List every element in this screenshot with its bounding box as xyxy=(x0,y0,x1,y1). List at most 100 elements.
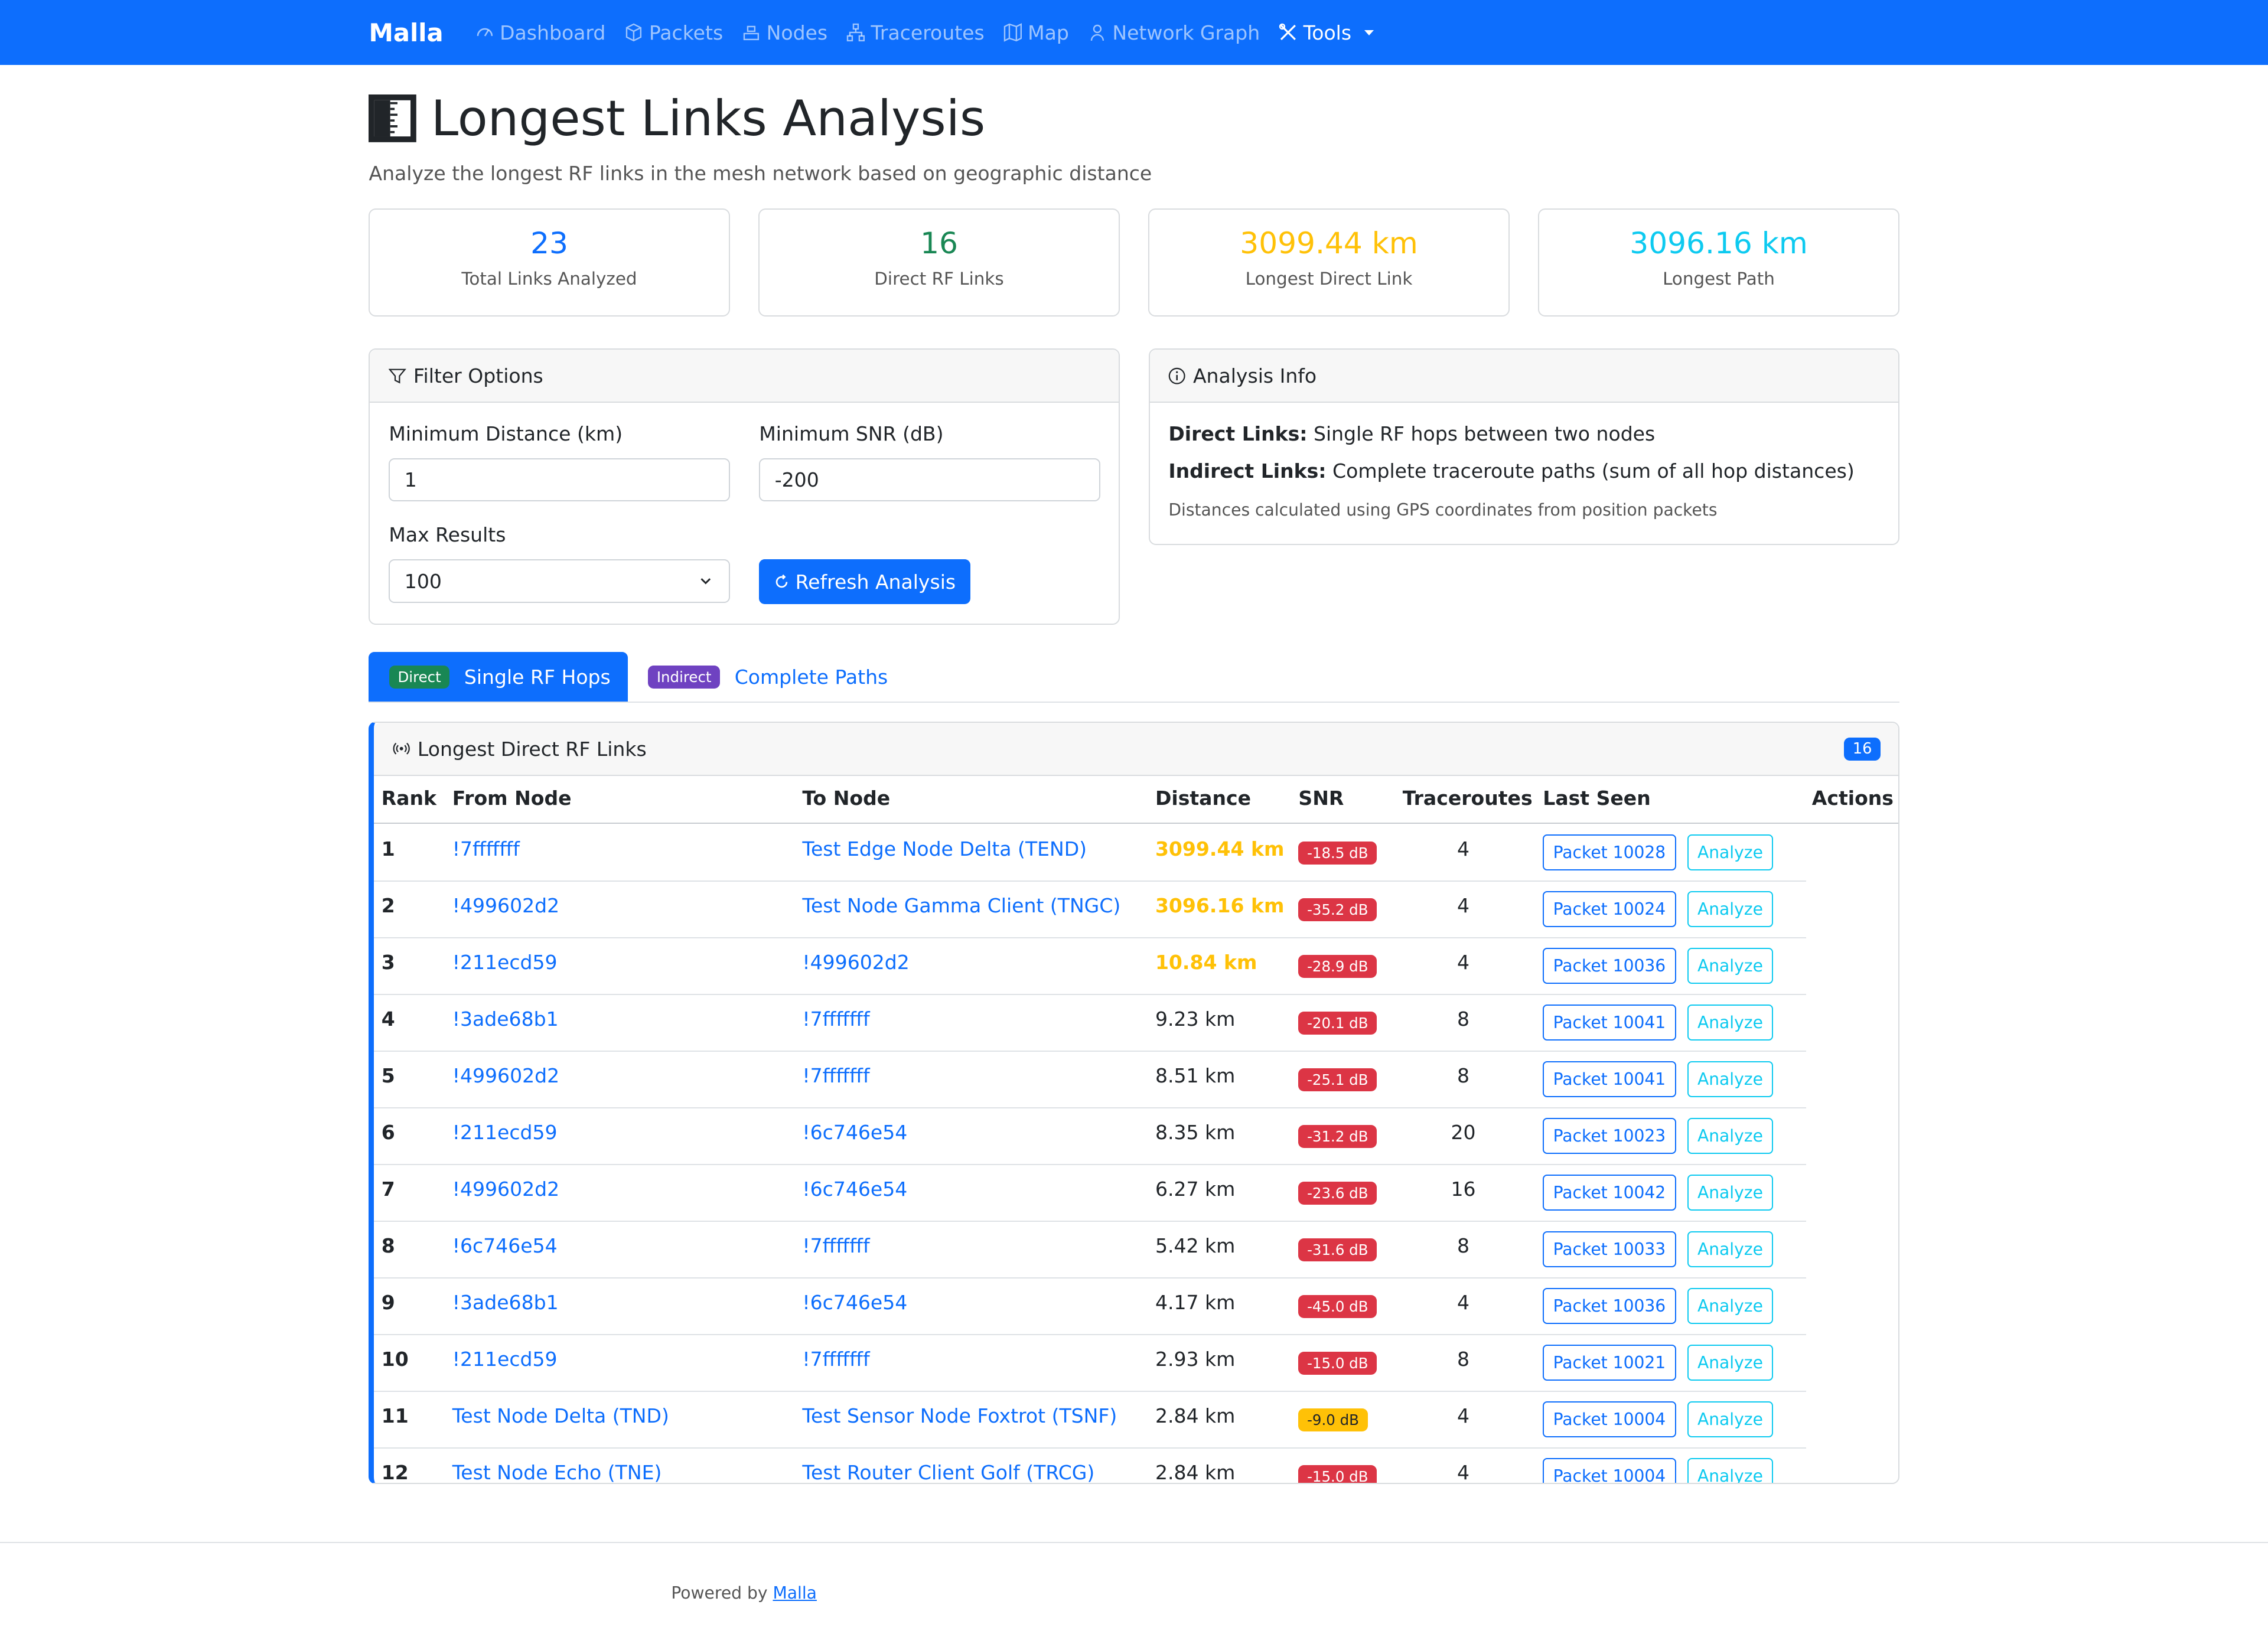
nav-dashboard[interactable]: Dashboard xyxy=(475,21,605,44)
from-node-link[interactable]: Test Node Delta (TND) xyxy=(452,1404,669,1427)
packet-link-button[interactable]: Packet 10041 xyxy=(1543,1004,1676,1041)
ruler-icon xyxy=(369,94,417,142)
from-node-link[interactable]: !211ecd59 xyxy=(452,1121,558,1144)
analyze-button[interactable]: Analyze xyxy=(1687,834,1773,870)
indirect-links-label: Indirect Links: xyxy=(1168,459,1327,483)
table-row: 2 !499602d2 Test Node Gamma Client (TNGC) 3… xyxy=(374,880,1806,938)
to-node-link[interactable]: !7fffffff xyxy=(802,1234,869,1257)
analyze-button[interactable]: Analyze xyxy=(1687,1231,1773,1267)
packet-link-button[interactable]: Packet 10024 xyxy=(1543,891,1676,927)
snr-badge: -28.9 dB xyxy=(1298,954,1377,978)
analyze-button[interactable]: Analyze xyxy=(1687,891,1773,927)
analyze-button[interactable]: Analyze xyxy=(1687,1401,1773,1437)
to-node-link[interactable]: !6c746e54 xyxy=(802,1178,907,1201)
snr-badge: -35.2 dB xyxy=(1298,898,1377,921)
packet-link-button[interactable]: Packet 10021 xyxy=(1543,1344,1676,1381)
stat-label: Longest Path xyxy=(1663,269,1775,289)
traceroutes-count: 4 xyxy=(1457,1404,1470,1427)
table-row: 12 Test Node Echo (TNE) Test Router Client… xyxy=(374,1447,1806,1483)
from-node-link[interactable]: !499602d2 xyxy=(452,1064,559,1087)
analyze-button[interactable]: Analyze xyxy=(1687,947,1773,984)
to-node-link[interactable]: Test Edge Node Delta (TEND) xyxy=(802,837,1087,860)
analyze-button[interactable]: Analyze xyxy=(1687,1061,1773,1097)
to-node-link[interactable]: !6c746e54 xyxy=(802,1121,907,1144)
packet-link-button[interactable]: Packet 10004 xyxy=(1543,1457,1676,1483)
snr-badge: -45.0 dB xyxy=(1298,1294,1377,1318)
nav-tools-label: Tools xyxy=(1303,21,1352,44)
from-node-link[interactable]: Test Node Echo (TNE) xyxy=(452,1461,662,1483)
packet-link-button[interactable]: Packet 10023 xyxy=(1543,1117,1676,1154)
rank-cell: 4 xyxy=(381,1007,395,1030)
analyze-button[interactable]: Analyze xyxy=(1687,1287,1773,1324)
rank-cell: 8 xyxy=(381,1234,395,1257)
footer-malla-link[interactable]: Malla xyxy=(773,1583,816,1603)
direct-links-label: Direct Links: xyxy=(1168,422,1308,445)
to-node-link[interactable]: !7fffffff xyxy=(802,1064,869,1087)
indirect-links-info: Indirect Links: Complete traceroute path… xyxy=(1168,459,1854,482)
snr-badge: -25.1 dB xyxy=(1298,1068,1377,1091)
nav-traceroutes[interactable]: Traceroutes xyxy=(846,21,985,44)
distance-cell: 3096.16 km xyxy=(1155,893,1285,917)
distance-note: Distances calculated using GPS coordinat… xyxy=(1168,500,1718,520)
from-node-link[interactable]: !211ecd59 xyxy=(452,951,558,974)
analyze-button[interactable]: Analyze xyxy=(1687,1457,1773,1483)
analyze-button[interactable]: Analyze xyxy=(1687,1117,1773,1154)
packet-link-button[interactable]: Packet 10036 xyxy=(1543,947,1676,984)
to-node-link[interactable]: !7fffffff xyxy=(802,1348,869,1371)
chevron-down-icon xyxy=(700,578,711,585)
packet-link-button[interactable]: Packet 10028 xyxy=(1543,834,1676,870)
nav-nodes[interactable]: Nodes xyxy=(742,21,827,44)
rank-cell: 6 xyxy=(381,1120,395,1144)
stat-longest-direct: 3099.44 km Longest Direct Link xyxy=(1148,208,1510,317)
analyze-button[interactable]: Analyze xyxy=(1687,1174,1773,1211)
to-node-link[interactable]: Test Router Client Golf (TRCG) xyxy=(802,1461,1094,1483)
col-to-node: To Node xyxy=(802,786,891,810)
brand-link[interactable]: Malla xyxy=(369,18,443,47)
stat-total-links: 23 Total Links Analyzed xyxy=(369,208,730,317)
max-results-select[interactable]: 100 xyxy=(389,559,731,603)
min-snr-input[interactable]: -200 xyxy=(759,458,1101,502)
from-node-link[interactable]: !3ade68b1 xyxy=(452,1007,559,1030)
to-node-link[interactable]: Test Sensor Node Foxtrot (TSNF) xyxy=(802,1404,1117,1427)
traceroutes-count: 4 xyxy=(1457,1460,1470,1484)
min-distance-input[interactable]: 1 xyxy=(389,458,731,502)
distance-cell: 2.93 km xyxy=(1155,1347,1236,1371)
stat-value: 3099.44 km xyxy=(1240,225,1418,260)
to-node-link[interactable]: !7fffffff xyxy=(802,1007,869,1030)
to-node-link[interactable]: !499602d2 xyxy=(802,951,909,974)
tools-icon xyxy=(1279,23,1296,41)
traceroutes-count: 8 xyxy=(1457,1234,1470,1257)
tab-indirect[interactable]: Indirect Complete Paths xyxy=(648,652,888,701)
rank-cell: 2 xyxy=(381,893,395,917)
from-node-link[interactable]: !499602d2 xyxy=(452,894,559,917)
nav-tools-dropdown[interactable]: Tools xyxy=(1279,21,1374,44)
from-node-link[interactable]: !211ecd59 xyxy=(452,1348,558,1371)
tab-direct[interactable]: Direct Single RF Hops xyxy=(369,652,628,702)
analyze-button[interactable]: Analyze xyxy=(1687,1004,1773,1041)
analysis-info-card: Analysis Info Direct Links: Single RF ho… xyxy=(1148,348,1899,546)
packet-link-button[interactable]: Packet 10042 xyxy=(1543,1174,1676,1211)
refresh-analysis-button[interactable]: Refresh Analysis xyxy=(759,559,970,605)
packet-link-button[interactable]: Packet 10033 xyxy=(1543,1231,1676,1267)
packet-link-button[interactable]: Packet 10036 xyxy=(1543,1287,1676,1324)
table-card-header: Longest Direct RF Links xyxy=(374,723,1898,777)
nav-packets[interactable]: Packets xyxy=(624,21,723,44)
packet-link-button[interactable]: Packet 10041 xyxy=(1543,1061,1676,1097)
packet-link-button[interactable]: Packet 10004 xyxy=(1543,1401,1676,1437)
from-node-link[interactable]: !3ade68b1 xyxy=(452,1291,559,1314)
rank-cell: 9 xyxy=(381,1290,395,1314)
from-node-link[interactable]: !7fffffff xyxy=(452,837,520,860)
distance-cell: 2.84 km xyxy=(1155,1404,1236,1427)
to-node-link[interactable]: !6c746e54 xyxy=(802,1291,907,1314)
min-distance-label: Minimum Distance (km) xyxy=(389,422,623,445)
distance-cell: 3099.44 km xyxy=(1155,837,1285,860)
from-node-link[interactable]: !6c746e54 xyxy=(452,1234,558,1257)
nav-network-graph[interactable]: Network Graph xyxy=(1088,21,1260,44)
from-node-link[interactable]: !499602d2 xyxy=(452,1178,559,1201)
table-row: 7 !499602d2 !6c746e54 6.27 km -23.6 dB 16 Pack… xyxy=(374,1164,1806,1222)
nav-map[interactable]: Map xyxy=(1003,21,1069,44)
to-node-link[interactable]: Test Node Gamma Client (TNGC) xyxy=(802,894,1120,917)
max-results-value: 100 xyxy=(404,569,442,593)
analyze-button[interactable]: Analyze xyxy=(1687,1344,1773,1381)
distance-cell: 5.42 km xyxy=(1155,1234,1236,1257)
